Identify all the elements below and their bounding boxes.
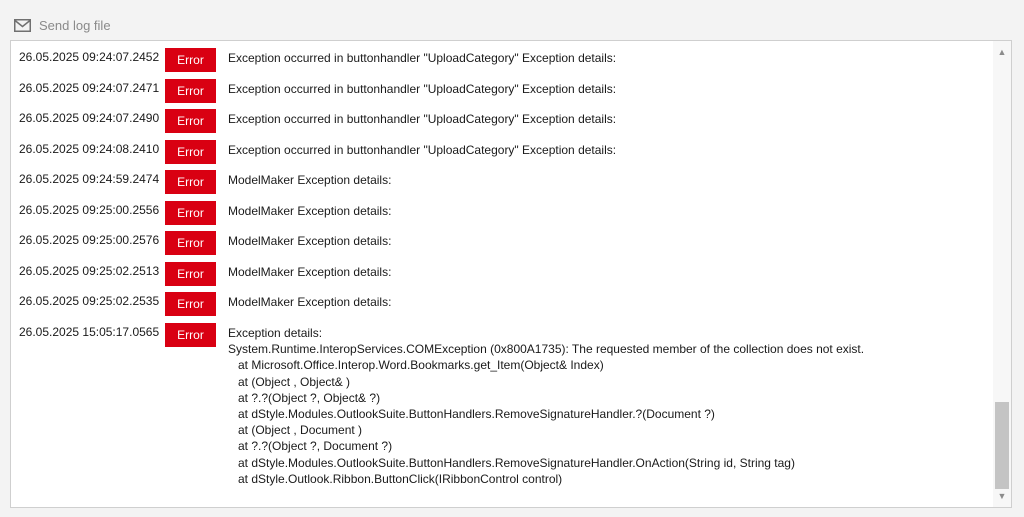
error-level-badge: Error <box>165 231 216 255</box>
error-level-badge: Error <box>165 262 216 286</box>
log-message: Exception occurred in buttonhandler "Upl… <box>228 143 617 157</box>
log-message: Exception occurred in buttonhandler "Upl… <box>228 112 617 126</box>
mail-icon <box>14 18 31 32</box>
chevron-up-icon: ▲ <box>997 47 1007 57</box>
log-message: ModelMaker Exception details: <box>228 234 392 248</box>
error-level-badge: Error <box>165 323 216 347</box>
log-timestamp: 26.05.2025 09:25:00.2576 <box>19 233 160 247</box>
log-timestamp: 26.05.2025 09:24:07.2452 <box>19 50 160 64</box>
scroll-down-button[interactable]: ▼ <box>993 487 1011 505</box>
vertical-scrollbar[interactable]: ▲ ▼ <box>993 41 1011 507</box>
log-timestamp: 26.05.2025 09:25:02.2535 <box>19 294 160 308</box>
log-timestamp: 26.05.2025 09:24:59.2474 <box>19 172 160 186</box>
send-log-file-label: Send log file <box>39 17 111 33</box>
error-level-badge: Error <box>165 109 216 133</box>
log-message: ModelMaker Exception details: <box>228 295 392 309</box>
error-level-badge: Error <box>165 140 216 164</box>
chevron-down-icon: ▼ <box>997 491 1007 501</box>
log-message: Exception details: System.Runtime.Intero… <box>228 326 865 486</box>
log-timestamp: 26.05.2025 09:24:07.2490 <box>19 111 160 125</box>
log-timestamp: 26.05.2025 09:25:02.2513 <box>19 264 160 278</box>
log-timestamp: 26.05.2025 09:24:08.2410 <box>19 142 160 156</box>
error-level-badge: Error <box>165 170 216 194</box>
log-timestamp: 26.05.2025 09:25:00.2556 <box>19 203 160 217</box>
log-timestamp: 26.05.2025 09:24:07.2471 <box>19 81 160 95</box>
log-message: ModelMaker Exception details: <box>228 204 392 218</box>
scroll-thumb[interactable] <box>995 402 1009 489</box>
toolbar: Send log file <box>0 0 1024 40</box>
log-timestamp: 26.05.2025 15:05:17.0565 <box>19 325 160 339</box>
scroll-up-button[interactable]: ▲ <box>993 43 1011 61</box>
log-message: Exception occurred in buttonhandler "Upl… <box>228 82 617 96</box>
error-level-badge: Error <box>165 48 216 72</box>
log-message: Exception occurred in buttonhandler "Upl… <box>228 51 617 65</box>
log-message: ModelMaker Exception details: <box>228 265 392 279</box>
send-log-file-button[interactable]: Send log file <box>14 14 111 36</box>
log-list[interactable]: 26.05.2025 09:24:07.2452 Error Exception o… <box>10 40 1012 508</box>
log-message: ModelMaker Exception details: <box>228 173 392 187</box>
error-level-badge: Error <box>165 201 216 225</box>
error-level-badge: Error <box>165 79 216 103</box>
error-level-badge: Error <box>165 292 216 316</box>
